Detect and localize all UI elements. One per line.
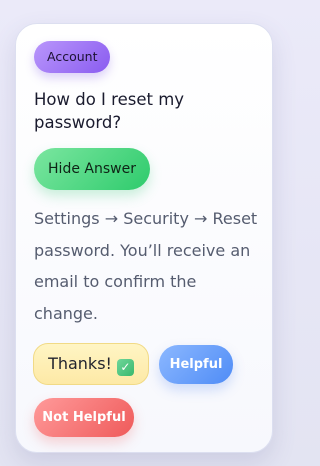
hide-answer-button[interactable]: Hide Answer — [34, 148, 150, 190]
faq-answer: Settings → Security → Reset password. Yo… — [34, 209, 258, 323]
thanks-label: Thanks! — [48, 354, 112, 373]
check-mark-icon: ✓ — [116, 359, 134, 376]
not-helpful-button[interactable]: Not Helpful — [34, 398, 134, 437]
category-tag: Account — [34, 41, 111, 73]
faq-question: How do I reset my password? — [34, 90, 185, 132]
faq-card: Account How do I reset my password? Hide… — [15, 23, 273, 453]
thanks-feedback-badge: Thanks! ✓ — [33, 343, 149, 385]
helpful-button[interactable]: Helpful — [159, 345, 233, 384]
